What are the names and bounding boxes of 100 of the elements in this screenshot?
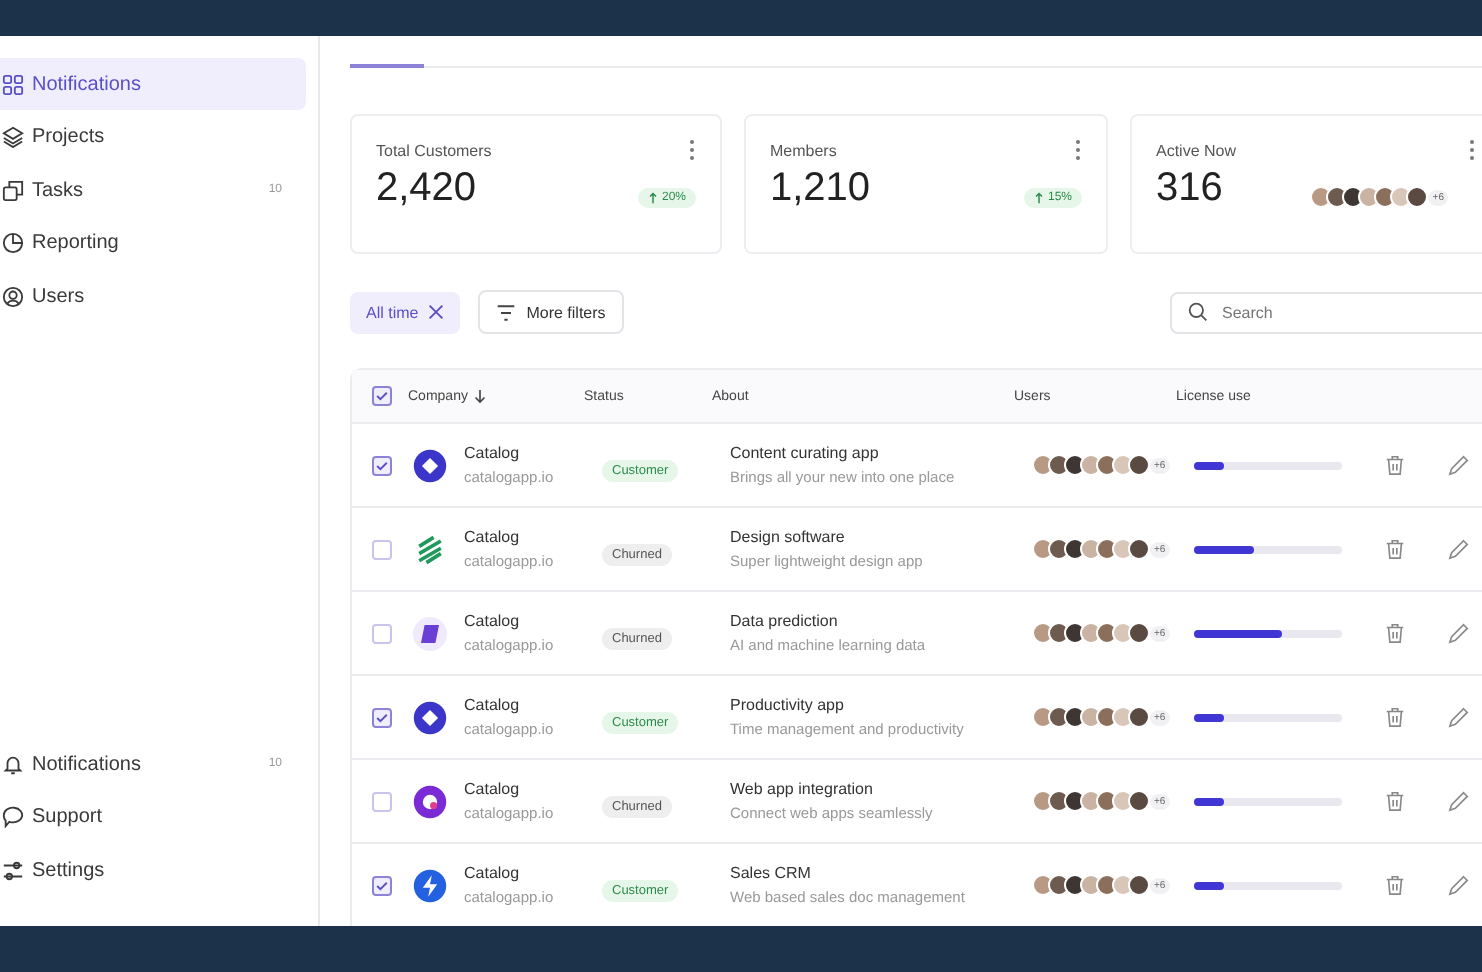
lightning-logo-icon [412,867,448,903]
trash-icon[interactable] [1384,790,1406,812]
sidebar-item[interactable]: Reporting [0,217,306,269]
more-icon[interactable] [1468,138,1476,162]
avatar [1080,706,1102,728]
about-title: Content curating app [730,444,881,462]
avatar [1080,622,1102,644]
row-checkbox[interactable] [372,455,392,475]
trash-icon[interactable] [1384,454,1406,476]
avatar [1080,454,1102,476]
avatar [1406,186,1429,208]
company-name: Catalog [464,444,522,462]
up-arrow-icon [1033,191,1044,203]
more-filters-button[interactable]: More filters [478,290,624,334]
row-checkbox[interactable] [372,791,392,811]
company-name: Catalog [464,612,522,630]
avatar [1048,706,1070,728]
select-all-checkbox[interactable] [372,386,392,406]
row-checkbox[interactable] [372,707,392,727]
avatar [1128,790,1150,812]
pie-chart-icon [2,232,24,254]
avatar [1032,790,1054,812]
trash-icon[interactable] [1384,874,1406,896]
stat-value: 1,210 [770,166,871,212]
company-name: Catalog [464,864,522,882]
avatar [1358,186,1381,208]
sidebar-item[interactable]: Notifications [0,58,306,110]
trash-icon[interactable] [1384,622,1406,644]
avatar [1096,790,1118,812]
avatar [1064,454,1086,476]
stat-value: 316 [1156,166,1223,212]
pencil-icon[interactable] [1448,622,1470,644]
avatar [1096,874,1118,896]
avatar [1064,790,1086,812]
row-checkbox[interactable] [372,875,392,895]
filter-chip[interactable]: All time [350,291,461,333]
avatar [1032,706,1054,728]
sliders-icon [2,859,24,881]
row-checkbox[interactable] [372,623,392,643]
avatar [1112,790,1134,812]
company-name: Catalog [464,780,522,798]
more-icon[interactable] [688,138,696,162]
pencil-icon[interactable] [1448,874,1470,896]
hexagon-logo-icon [412,447,448,483]
avatar [1128,538,1150,560]
avatar [1064,874,1086,896]
avatar [1128,874,1150,896]
hexagon-logo-icon [412,699,448,735]
grid-icon [2,73,24,95]
ring-logo-icon [412,783,448,819]
avatar [1032,538,1054,560]
search-icon [1188,302,1208,322]
more-icon[interactable] [1074,138,1082,162]
avatar [1112,454,1134,476]
sidebar-item[interactable]: Settings [0,844,306,896]
avatar [1048,874,1070,896]
search-field[interactable]: Search [1170,291,1482,333]
avatar [1310,186,1333,208]
avatar [1032,874,1054,896]
trash-icon[interactable] [1384,538,1406,560]
pencil-icon[interactable] [1448,706,1470,728]
stat-title: Active Now [1156,141,1237,159]
sidebar-item[interactable]: Projects [0,111,306,163]
avatar [1128,622,1150,644]
avatar [1080,790,1102,812]
copy-icon [2,179,24,201]
about-title: Web app integration [730,780,875,798]
up-arrow-icon [647,191,658,203]
close-icon[interactable] [428,304,445,320]
layers-icon [2,126,24,148]
avatar [1064,538,1086,560]
avatar [1326,186,1349,208]
pencil-icon[interactable] [1448,538,1470,560]
chat-icon [2,806,24,828]
active-tab-indicator [350,64,424,68]
sidebar-item[interactable]: Support [0,791,306,843]
trash-icon[interactable] [1384,706,1406,728]
stat-title: Total Customers [376,141,492,159]
avatar [1128,454,1150,476]
bell-icon [2,753,24,775]
sort-arrow-icon [473,388,486,404]
about-title: Data prediction [730,612,840,630]
company-name: Catalog [464,696,522,714]
pencil-icon[interactable] [1448,454,1470,476]
avatar [1032,454,1054,476]
filter-icon [496,303,517,321]
avatar [1112,874,1134,896]
row-checkbox[interactable] [372,539,392,559]
cube-logo-icon [412,615,448,651]
avatar [1048,538,1070,560]
pencil-icon[interactable] [1448,790,1470,812]
avatar [1080,538,1102,560]
avatar [1064,706,1086,728]
stripes-logo-icon [412,531,448,567]
avatar [1048,454,1070,476]
avatar [1080,874,1102,896]
avatar [1064,622,1086,644]
avatar [1112,538,1134,560]
avatar [1048,790,1070,812]
sidebar-item[interactable]: Users [0,270,306,322]
